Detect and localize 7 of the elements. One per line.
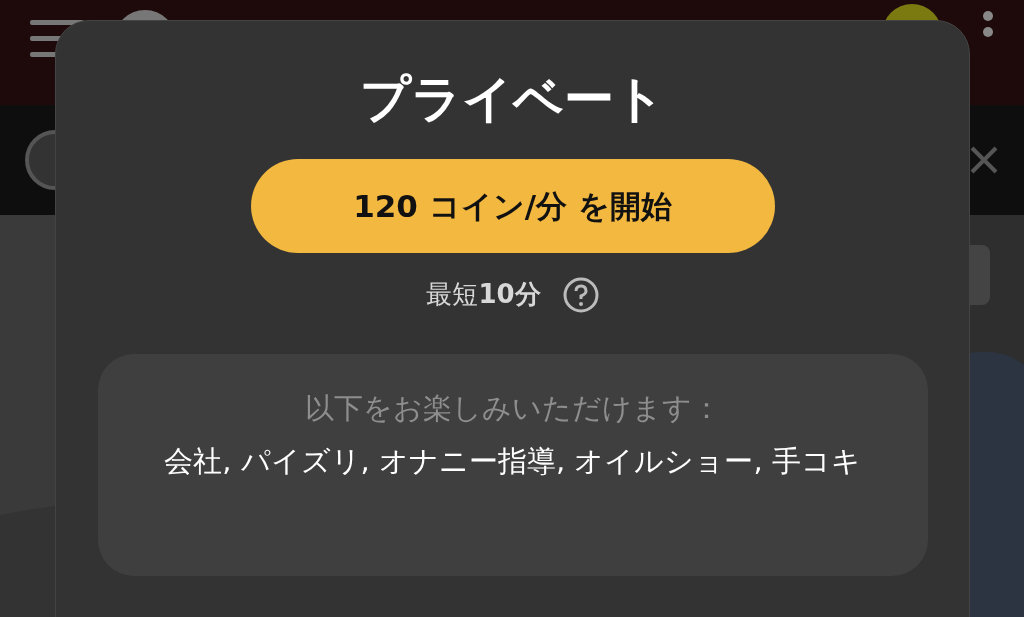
features-list: 会社, パイズリ, オナニー指導, オイルショー, 手コキ	[132, 438, 893, 484]
features-heading: 以下をお楽しみいただけます：	[304, 390, 721, 427]
start-button[interactable]: 120 コイン/分 を開始	[250, 159, 775, 253]
minimum-duration: 最短10分	[426, 278, 541, 311]
close-icon[interactable]	[969, 145, 999, 175]
dialog-title: プライベート	[360, 69, 665, 129]
help-icon[interactable]	[562, 276, 599, 313]
